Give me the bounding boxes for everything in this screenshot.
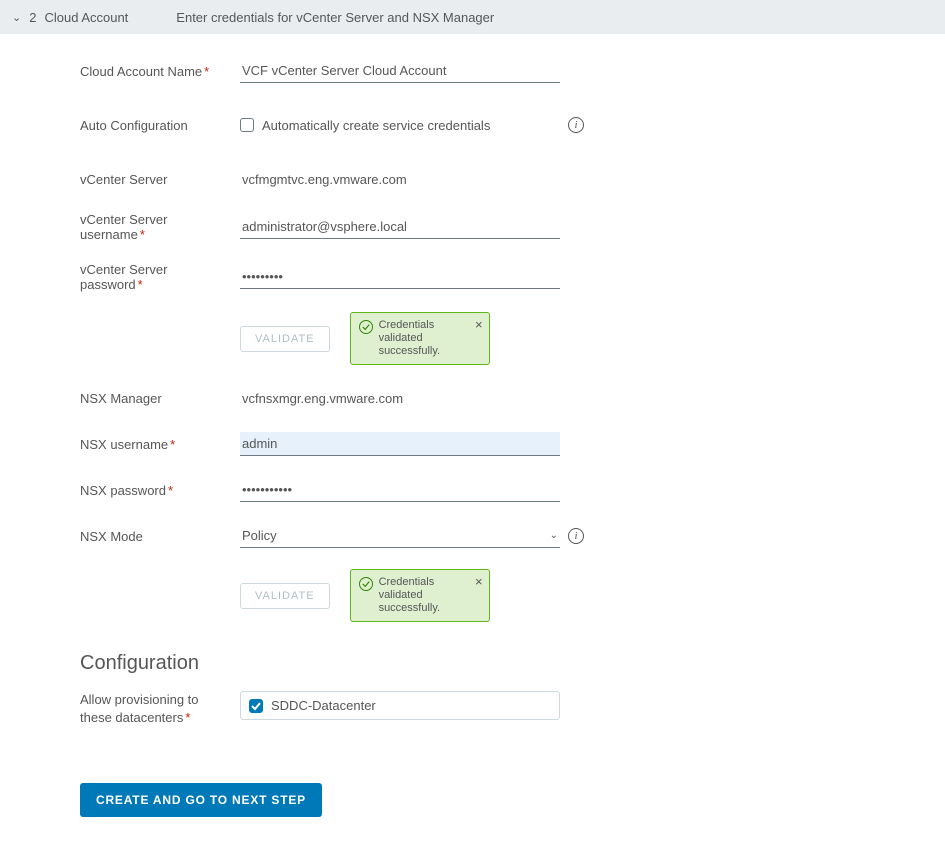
close-icon[interactable]: × bbox=[475, 317, 483, 332]
step-header[interactable]: ⌄ 2 Cloud Account Enter credentials for … bbox=[0, 0, 945, 34]
vc-server-value: vcfmgmtvc.eng.vmware.com bbox=[240, 168, 409, 191]
row-nsx-validate: Validate Credentials validated successfu… bbox=[80, 569, 945, 622]
required-marker: * bbox=[204, 64, 209, 79]
step-number: 2 bbox=[29, 10, 36, 25]
label-allow-prov: Allow provisioning to these datacenters* bbox=[80, 691, 240, 727]
required-marker: * bbox=[140, 227, 145, 242]
step-title: Cloud Account bbox=[44, 10, 128, 25]
row-vc-validate: Validate Credentials validated successfu… bbox=[80, 312, 945, 365]
create-next-button[interactable]: Create and go to next step bbox=[80, 783, 322, 817]
vc-toast-message: Credentials validated successfully. bbox=[379, 319, 481, 358]
chevron-down-icon: ⌄ bbox=[12, 11, 21, 24]
nsx-password-input[interactable] bbox=[240, 478, 560, 502]
step-subtitle: Enter credentials for vCenter Server and… bbox=[176, 10, 494, 25]
vc-username-input[interactable] bbox=[240, 215, 560, 239]
required-marker: * bbox=[170, 437, 175, 452]
nsx-username-input[interactable] bbox=[240, 432, 560, 456]
nsx-mode-value: Policy bbox=[242, 528, 277, 543]
vc-password-input[interactable] bbox=[240, 265, 560, 289]
account-name-input[interactable] bbox=[240, 59, 560, 83]
row-nsx-user: NSX username* bbox=[80, 431, 945, 457]
check-circle-icon bbox=[359, 320, 373, 334]
label-nsx-user: NSX username* bbox=[80, 437, 240, 452]
vc-validate-button[interactable]: Validate bbox=[240, 326, 330, 352]
label-account-name: Cloud Account Name* bbox=[80, 64, 240, 79]
nsx-mode-select[interactable]: Policy ⌄ bbox=[240, 524, 560, 548]
required-marker: * bbox=[168, 483, 173, 498]
label-auto-config: Auto Configuration bbox=[80, 118, 240, 133]
datacenter-select[interactable]: SDDC-Datacenter bbox=[240, 691, 560, 720]
row-nsx-pass: NSX password* bbox=[80, 477, 945, 503]
close-icon[interactable]: × bbox=[475, 574, 483, 589]
datacenter-checkbox[interactable] bbox=[249, 699, 263, 713]
row-nsx-mode: NSX Mode Policy ⌄ i bbox=[80, 523, 945, 549]
row-vc-user: vCenter Server username* bbox=[80, 212, 945, 242]
auto-config-checkbox-label: Automatically create service credentials bbox=[262, 118, 490, 133]
row-auto-config: Auto Configuration Automatically create … bbox=[80, 112, 945, 138]
nsx-manager-value: vcfnsxmgr.eng.vmware.com bbox=[240, 387, 405, 410]
row-vc-server: vCenter Server vcfmgmtvc.eng.vmware.com bbox=[80, 166, 945, 192]
auto-config-checkbox[interactable] bbox=[240, 118, 254, 132]
row-allow-prov: Allow provisioning to these datacenters*… bbox=[80, 691, 945, 727]
form-body: Cloud Account Name* Auto Configuration A… bbox=[0, 34, 945, 857]
label-vc-pass: vCenter Server password* bbox=[80, 262, 240, 292]
required-marker: * bbox=[185, 710, 190, 725]
info-icon[interactable]: i bbox=[568, 117, 584, 133]
label-vc-user: vCenter Server username* bbox=[80, 212, 240, 242]
info-icon[interactable]: i bbox=[568, 528, 584, 544]
chevron-down-icon: ⌄ bbox=[550, 530, 558, 541]
nsx-validate-button[interactable]: Validate bbox=[240, 583, 330, 609]
nsx-toast-message: Credentials validated successfully. bbox=[379, 576, 481, 615]
datacenter-label: SDDC-Datacenter bbox=[271, 698, 376, 713]
required-marker: * bbox=[138, 277, 143, 292]
section-configuration: Configuration bbox=[80, 652, 945, 675]
label-nsx-pass: NSX password* bbox=[80, 483, 240, 498]
row-nsx-manager: NSX Manager vcfnsxmgr.eng.vmware.com bbox=[80, 385, 945, 411]
label-nsx-manager: NSX Manager bbox=[80, 391, 240, 406]
vc-validate-toast: Credentials validated successfully. × bbox=[350, 312, 490, 365]
label-vc-server: vCenter Server bbox=[80, 172, 240, 187]
check-circle-icon bbox=[359, 577, 373, 591]
row-account-name: Cloud Account Name* bbox=[80, 58, 945, 84]
nsx-validate-toast: Credentials validated successfully. × bbox=[350, 569, 490, 622]
label-nsx-mode: NSX Mode bbox=[80, 529, 240, 544]
row-vc-pass: vCenter Server password* bbox=[80, 262, 945, 292]
